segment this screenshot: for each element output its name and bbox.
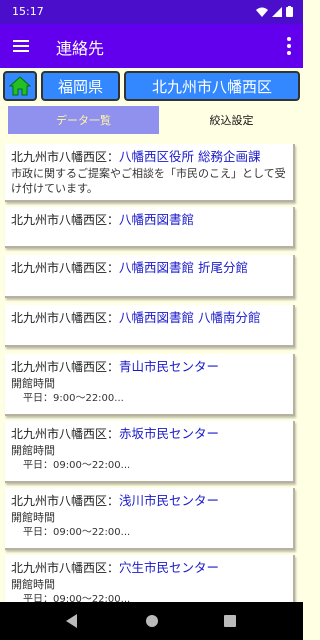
more-vert-icon[interactable] [285, 36, 293, 56]
status-bar: 15:17 [0, 0, 303, 24]
wifi-icon [256, 7, 268, 17]
hours-heading: 開館時間 [11, 444, 55, 457]
contact-description: 市政に関するご提案やご相談を「市民のこえ」として受け付けています。 [11, 167, 286, 195]
back-icon[interactable] [66, 614, 78, 628]
system-nav-bar [0, 602, 303, 640]
tab-data-list[interactable]: データ一覧 [8, 106, 159, 134]
contact-list: 北九州市八幡西区：八幡西区役所 総務企画課 市政に関するご提案やご相談を「市民の… [0, 140, 303, 602]
location-nav: 福岡県 北九州市八幡西区 [0, 68, 303, 104]
list-item[interactable]: 北九州市八幡西区：八幡西図書館 八幡南分館 [5, 305, 295, 347]
list-item[interactable]: 北九州市八幡西区：赤坂市民センター 開館時間 平日：09:00〜22:00... [5, 421, 295, 483]
ward-label: 北九州市八幡西区： [11, 427, 120, 441]
ward-label: 北九州市八幡西区： [11, 561, 120, 575]
ward-label: 北九州市八幡西区： [11, 311, 120, 325]
ward-label: 北九州市八幡西区： [11, 261, 120, 275]
ward-label: 北九州市八幡西区： [11, 494, 120, 508]
battery-icon [286, 6, 293, 17]
list-item[interactable]: 北九州市八幡西区：八幡西区役所 総務企画課 市政に関するご提案やご相談を「市民の… [5, 144, 295, 202]
contact-name-link[interactable]: 八幡西区役所 総務企画課 [119, 149, 260, 164]
contact-name-link[interactable]: 八幡西図書館 [119, 212, 194, 227]
hours-heading: 開館時間 [11, 511, 55, 524]
list-item[interactable]: 北九州市八幡西区：八幡西図書館 [5, 207, 295, 248]
contact-name-link[interactable]: 穴生市民センター [119, 560, 219, 575]
list-item[interactable]: 北九州市八幡西区：穴生市民センター 開館時間 平日：09:00〜22:00... [5, 555, 295, 602]
home-icon [9, 76, 31, 96]
contact-name-link[interactable]: 青山市民センター [119, 359, 219, 374]
prefecture-button[interactable]: 福岡県 [41, 71, 120, 101]
menu-icon[interactable] [12, 35, 34, 57]
ward-label: 北九州市八幡西区： [11, 360, 120, 374]
hours-heading: 開館時間 [11, 377, 55, 390]
contact-name-link[interactable]: 浅川市民センター [119, 493, 219, 508]
hours-heading: 開館時間 [11, 578, 55, 591]
hours-value: 平日：09:00〜22:00... [23, 527, 131, 538]
hours-value: 平日：09:00〜22:00... [23, 594, 131, 602]
hours-value: 平日：09:00〜22:00... [23, 460, 131, 471]
system-home-icon[interactable] [146, 615, 158, 627]
list-item[interactable]: 北九州市八幡西区：青山市民センター 開館時間 平日：9:00〜22:00... [5, 354, 295, 416]
tab-filter-settings[interactable]: 絞込設定 [160, 106, 303, 134]
recents-icon[interactable] [224, 615, 236, 627]
home-button[interactable] [3, 71, 37, 101]
status-time: 15:17 [12, 5, 44, 18]
page-title: 連絡先 [56, 39, 105, 58]
ward-label: 北九州市八幡西区： [11, 213, 120, 227]
hours-value: 平日：9:00〜22:00... [23, 393, 124, 404]
list-item[interactable]: 北九州市八幡西区：浅川市民センター 開館時間 平日：09:00〜22:00... [5, 488, 295, 550]
city-button[interactable]: 北九州市八幡西区 [124, 71, 300, 101]
ward-label: 北九州市八幡西区： [11, 150, 120, 164]
tab-row: データ一覧 絞込設定 [0, 104, 303, 136]
status-icons [256, 6, 293, 17]
signal-icon [272, 6, 282, 17]
app-bar: 連絡先 [0, 24, 303, 68]
contact-name-link[interactable]: 赤坂市民センター [119, 426, 219, 441]
contact-name-link[interactable]: 八幡西図書館 折尾分館 [119, 260, 248, 275]
contact-name-link[interactable]: 八幡西図書館 八幡南分館 [119, 310, 260, 325]
list-item[interactable]: 北九州市八幡西区：八幡西図書館 折尾分館 [5, 255, 295, 298]
